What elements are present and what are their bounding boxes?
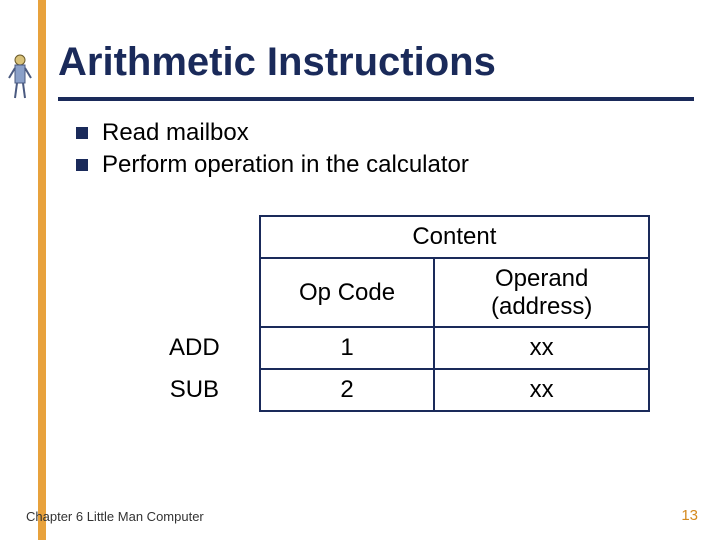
operand-cell: xx (434, 327, 649, 369)
bullet-list: Read mailbox Perform operation in the ca… (76, 119, 694, 179)
operand-cell: xx (434, 369, 649, 411)
list-item: Read mailbox (76, 119, 694, 147)
content-header: Content (260, 216, 649, 258)
operand-line1: Operand (495, 265, 588, 292)
bullet-text: Read mailbox (102, 119, 249, 147)
operand-header: Operand (address) (434, 258, 649, 327)
bullet-icon (76, 159, 88, 171)
row-label: SUB (130, 369, 260, 411)
footer-chapter: Chapter 6 Little Man Computer (26, 509, 204, 524)
accent-bar (38, 0, 46, 540)
bullet-icon (76, 127, 88, 139)
blank-cell (130, 216, 260, 258)
little-man-icon (6, 52, 34, 102)
blank-cell (130, 258, 260, 327)
list-item: Perform operation in the calculator (76, 151, 694, 179)
title-underline (58, 97, 694, 101)
instruction-table: Content Op Code Operand (address) ADD 1 … (130, 215, 650, 412)
operand-line2: (address) (491, 293, 592, 320)
page-number: 13 (681, 507, 698, 524)
opcode-cell: 2 (260, 369, 435, 411)
opcode-cell: 1 (260, 327, 435, 369)
bullet-text: Perform operation in the calculator (102, 151, 469, 179)
row-label: ADD (130, 327, 260, 369)
slide-content: Arithmetic Instructions Read mailbox Per… (58, 36, 694, 412)
slide-title: Arithmetic Instructions (58, 36, 694, 95)
opcode-header: Op Code (260, 258, 435, 327)
